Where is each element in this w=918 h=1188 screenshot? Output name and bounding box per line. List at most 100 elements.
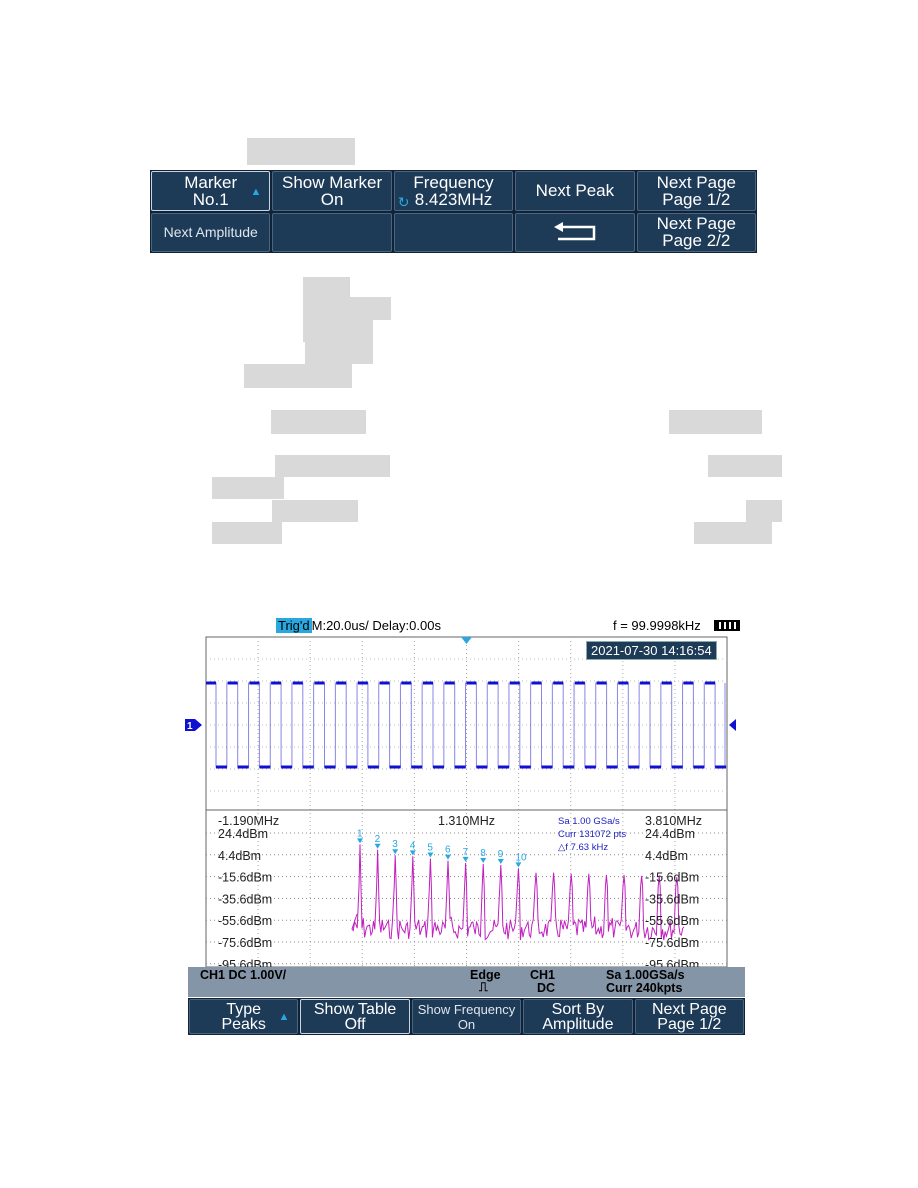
- value: On: [457, 1016, 476, 1032]
- value: On: [320, 189, 344, 209]
- memory-depth: Curr 240kpts: [606, 981, 683, 995]
- channel1-arrow-icon: [195, 719, 202, 731]
- spectrum-delta-f: △f 7.63 kHz: [558, 842, 608, 853]
- type-button[interactable]: Type Peaks ▲: [189, 999, 299, 1034]
- status-bar: CH1 DC 1.00V/ Edge ⎍ CH1 DC Sa 1.00GSa/s…: [188, 967, 745, 997]
- value: Page 2/2: [662, 231, 731, 251]
- next-page-button[interactable]: Next Page Page 1/2: [636, 171, 756, 211]
- db-label-left: 24.4dBm: [218, 827, 268, 841]
- redacted-text: [303, 297, 391, 320]
- label: Next Page: [656, 214, 736, 234]
- rising-edge-icon: ⎍: [479, 980, 488, 994]
- next-amplitude-button[interactable]: Next Amplitude: [151, 212, 271, 252]
- spectrum-points: Curr 131072 pts: [558, 829, 626, 840]
- label: Next Page: [656, 172, 736, 192]
- db-label-left: -75.6dBm: [218, 936, 272, 950]
- peak-marker-label: 6: [445, 845, 451, 856]
- scope-display: 1 1 2 3 4 5 6 7 8 9 10 -1.190MHz 1.310MHz 3.810MH…: [185, 636, 736, 967]
- marker-softkey-menu: Marker No.1 ▲ Show Marker On ↻ Frequency 8.42…: [150, 170, 757, 253]
- peak-marker-label: 7: [463, 847, 469, 858]
- empty-softkey: [393, 212, 514, 252]
- peak-marker-label: 3: [392, 839, 398, 850]
- redacted-text: [212, 522, 282, 544]
- channel-status: CH1 DC 1.00V/: [200, 968, 287, 982]
- spectrum-sample-rate: Sa 1.00 GSa/s: [558, 816, 620, 827]
- redacted-text: [272, 500, 358, 522]
- trigger-level-marker: [729, 719, 736, 731]
- knob-rotate-icon: ↻: [397, 194, 410, 210]
- value: Off: [344, 1015, 366, 1033]
- redacted-text: [303, 277, 350, 297]
- label: Frequency: [413, 172, 494, 192]
- freq-left-label: -1.190MHz: [218, 814, 279, 828]
- label: Show Marker: [282, 172, 383, 192]
- next-peak-button[interactable]: Next Peak: [515, 171, 635, 211]
- arrow-up-icon: ▲: [278, 1011, 290, 1023]
- db-label-right: -15.6dBm: [645, 871, 699, 885]
- arrow-up-icon: ▲: [250, 186, 262, 198]
- redacted-text: [669, 410, 762, 434]
- db-label-right: -35.6dBm: [645, 892, 699, 906]
- datetime-readout: 2021-07-30 14:16:54: [586, 641, 717, 660]
- freq-center-label: 1.310MHz: [438, 814, 495, 828]
- redacted-text: [746, 500, 782, 522]
- value: Page 1/2: [657, 1015, 722, 1033]
- oscilloscope-screenshot: Trig'd M:20.0us/ Delay:0.00s f = 99.9998k…: [180, 615, 750, 1040]
- show-table-button[interactable]: Show Table Off: [300, 999, 410, 1034]
- empty-softkey: [272, 212, 392, 252]
- next-page-button[interactable]: Next Page Page 1/2: [634, 999, 744, 1034]
- label: Marker: [184, 172, 238, 192]
- peak-marker-label: 1: [357, 828, 363, 839]
- value: Page 1/2: [662, 189, 731, 209]
- peaks-softkey-menu: Type Peaks ▲ Show Table Off Show Frequency O…: [188, 998, 745, 1035]
- label: Sort By: [551, 1000, 605, 1018]
- label: Next Page: [651, 1000, 727, 1018]
- peak-marker-label: 4: [410, 840, 416, 851]
- redacted-text: [212, 477, 284, 499]
- show-marker-button[interactable]: Show Marker On: [272, 171, 392, 211]
- peak-marker-label: 5: [427, 843, 433, 854]
- db-label-right: -75.6dBm: [645, 936, 699, 950]
- value: No.1: [192, 189, 229, 209]
- return-button[interactable]: [515, 212, 635, 252]
- db-label-right: -55.6dBm: [645, 914, 699, 928]
- show-frequency-button[interactable]: Show Frequency On: [411, 999, 522, 1034]
- peak-marker-label: 9: [498, 849, 504, 860]
- redacted-text: [271, 410, 366, 434]
- peak-marker-label: 2: [375, 834, 381, 845]
- redacted-text: [694, 522, 772, 544]
- frequency-button[interactable]: ↻ Frequency 8.423MHz: [393, 171, 514, 211]
- label: Type: [226, 1000, 262, 1018]
- marker-number-button[interactable]: Marker No.1 ▲: [151, 171, 271, 211]
- redacted-text: [708, 455, 782, 477]
- redacted-text: [303, 320, 373, 342]
- value: Peaks: [221, 1015, 266, 1033]
- value: Amplitude: [542, 1015, 614, 1033]
- freq-right-label: 3.810MHz: [645, 814, 702, 828]
- manual-page: Marker No.1 ▲ Show Marker On ↻ Frequency 8.42…: [0, 0, 918, 1188]
- next-page-2-button[interactable]: Next Page Page 2/2: [636, 212, 756, 252]
- db-label-right: -95.6dBm: [645, 958, 699, 967]
- peak-marker-label: 10: [515, 852, 527, 863]
- label: Show Frequency: [417, 1001, 516, 1017]
- redacted-text: [244, 364, 352, 388]
- sort-by-button[interactable]: Sort By Amplitude: [523, 999, 633, 1034]
- label: Show Table: [313, 1000, 397, 1018]
- db-label-left: 4.4dBm: [218, 849, 261, 863]
- return-arrow-icon: [553, 222, 596, 241]
- label: Next Peak: [535, 181, 615, 201]
- db-label-right: 4.4dBm: [645, 849, 688, 863]
- redacted-text: [305, 342, 373, 364]
- db-label-left: -35.6dBm: [218, 892, 272, 906]
- db-label-right: 24.4dBm: [645, 827, 695, 841]
- db-label-left: -55.6dBm: [218, 914, 272, 928]
- redacted-text: [275, 455, 390, 477]
- value: 8.423MHz: [414, 189, 493, 209]
- channel1-marker-label: 1: [187, 721, 193, 732]
- db-label-left: -95.6dBm: [218, 958, 272, 967]
- label: Next Amplitude: [163, 223, 258, 240]
- redacted-text: [247, 138, 355, 165]
- peak-marker-label: 8: [480, 848, 486, 859]
- trigger-coupling: DC: [537, 981, 556, 995]
- db-label-left: -15.6dBm: [218, 871, 272, 885]
